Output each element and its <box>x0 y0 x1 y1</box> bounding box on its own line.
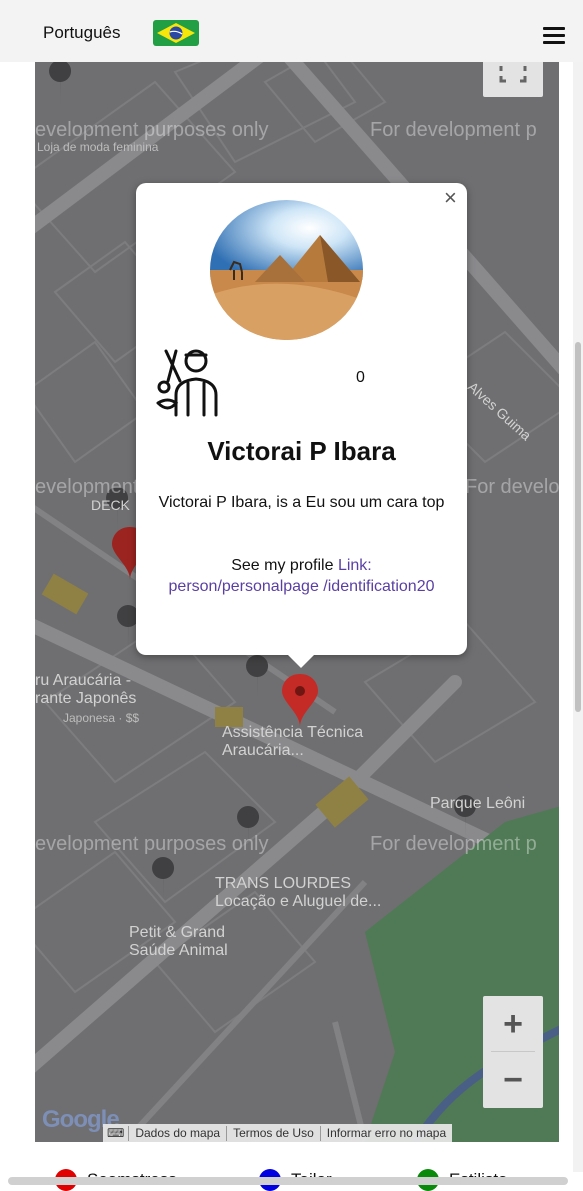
profile-name: Victorai P Ibara <box>207 436 396 466</box>
profile-link-text: See my profile Link: person/personalpage … <box>168 557 435 595</box>
map-watermark: For development p <box>465 476 559 498</box>
avatar <box>210 200 363 340</box>
top-bar: Português <box>0 0 583 62</box>
map-attribution: ⌨ Dados do mapa Termos de Uso Informar e… <box>103 1124 453 1142</box>
popup-pointer <box>287 654 315 668</box>
seamstress-profession-icon <box>156 349 218 417</box>
language-selector[interactable]: Português <box>43 23 121 43</box>
horizontal-scrollbar[interactable] <box>8 1177 568 1185</box>
terms-link[interactable]: Termos de Uso <box>226 1126 320 1141</box>
map-place-label: Locação e Aluguel de... <box>215 893 382 910</box>
close-icon[interactable]: × <box>444 185 457 211</box>
map-watermark: evelopment purposes only <box>35 833 269 855</box>
map-place-label: Araucária... <box>222 742 304 759</box>
profile-popup: × 0 Victorai P Ibara Victorai P Ibara, i… <box>136 183 467 655</box>
brazil-flag-icon[interactable] <box>153 20 199 46</box>
map-place-label: rante Japonês <box>35 690 137 707</box>
hamburger-menu-icon[interactable] <box>543 27 565 45</box>
map-place-label: Japonesa · $$ <box>63 711 140 725</box>
map-place-label: Saúde Animal <box>129 942 228 959</box>
map-place-label: Loja de moda feminina <box>37 140 159 154</box>
map-place-label: Assistência Técnica <box>222 724 364 741</box>
zoom-controls: + − <box>483 996 543 1108</box>
vertical-scrollbar[interactable] <box>573 62 583 1172</box>
map-place-label: DECK <box>91 497 130 513</box>
vertical-scrollbar-thumb[interactable] <box>575 342 581 712</box>
zoom-in-button[interactable]: + <box>483 996 543 1052</box>
zoom-out-button[interactable]: − <box>483 1052 543 1108</box>
map-data-link[interactable]: Dados do mapa <box>128 1126 226 1141</box>
map-place-label: ru Araucária - <box>35 672 132 689</box>
map-place-label: TRANS LOURDES <box>215 875 352 892</box>
map-place-label: Petit & Grand <box>129 924 226 941</box>
fullscreen-icon <box>499 66 527 83</box>
profile-bio: Victorai P Ibara, is a Eu sou um cara to… <box>158 494 445 511</box>
report-error-link[interactable]: Informar erro no mapa <box>319 1126 452 1141</box>
popup-count: 0 <box>356 369 365 386</box>
map-watermark: For development p <box>370 119 537 141</box>
map-place-label: Parque Leôni <box>430 795 526 812</box>
keyboard-icon[interactable]: ⌨ <box>103 1126 128 1141</box>
map-watermark: For development p <box>370 833 537 855</box>
fullscreen-button[interactable] <box>483 62 543 97</box>
